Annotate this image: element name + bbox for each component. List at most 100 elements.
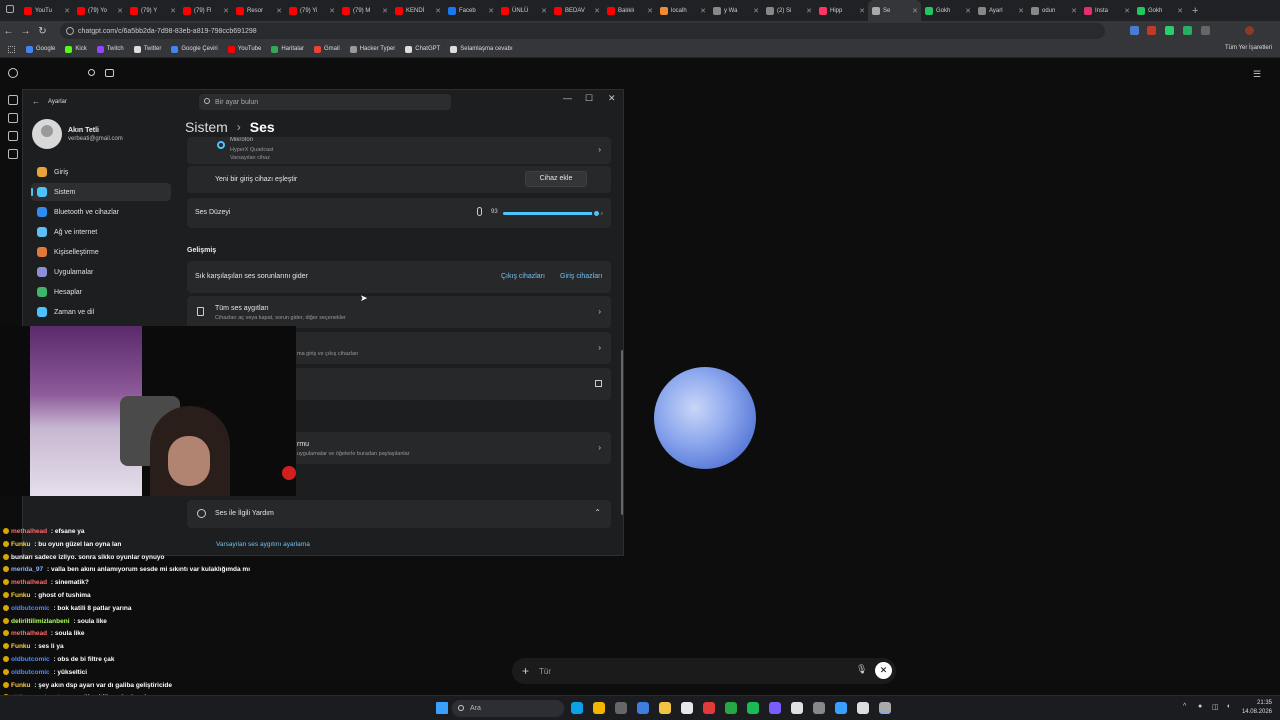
browser-tab[interactable]: Faceb ✕ — [444, 0, 497, 21]
browser-tab[interactable]: (79) M ✕ — [338, 0, 391, 21]
browser-tab[interactable]: KENDİ ✕ — [391, 0, 444, 21]
site-info-icon[interactable] — [66, 27, 74, 35]
tab-close-icon[interactable]: ✕ — [1018, 7, 1024, 15]
bookmark-item[interactable]: Hacker Typer — [349, 45, 395, 53]
browser-tab[interactable]: odun ✕ — [1027, 0, 1080, 21]
taskbar-app-icon[interactable] — [813, 702, 825, 714]
bookmark-item[interactable]: Twitter — [133, 45, 161, 53]
tab-close-icon[interactable]: ✕ — [541, 7, 547, 15]
end-voice-button[interactable]: ✕ — [875, 662, 892, 679]
tab-close-icon[interactable]: ✕ — [435, 7, 441, 15]
browser-tab[interactable]: (79) Y ✕ — [126, 0, 179, 21]
browser-tab[interactable]: (2) Si ✕ — [762, 0, 815, 21]
bookmark-item[interactable]: Twitch — [96, 45, 124, 53]
browser-tab[interactable]: YouTu ✕ — [20, 0, 73, 21]
tab-close-icon[interactable]: ✕ — [1124, 7, 1130, 15]
tab-close-icon[interactable]: ✕ — [64, 7, 70, 15]
back-icon[interactable]: ← — [32, 97, 40, 106]
all-bookmarks-link[interactable]: Tüm Yer İşaretleri — [1225, 45, 1272, 51]
settings-nav-item[interactable]: Hesaplar — [31, 283, 171, 301]
browser-tab[interactable]: Se ✕ — [868, 0, 921, 21]
taskbar-app-icon[interactable] — [769, 702, 781, 714]
start-icon[interactable] — [436, 702, 448, 714]
bookmark-item[interactable]: Selamlaşma cevabı — [450, 45, 513, 53]
plus-icon[interactable]: + — [522, 664, 529, 678]
sidebar-nav-icon[interactable] — [8, 113, 18, 123]
taskbar-app-icon[interactable] — [703, 702, 715, 714]
extension-icon[interactable] — [1130, 26, 1139, 35]
volume-icon[interactable]: ◖ — [1226, 703, 1230, 710]
browser-tab[interactable]: Hipp ✕ — [815, 0, 868, 21]
browser-tab[interactable]: localh ✕ — [656, 0, 709, 21]
reload-icon[interactable]: ↻ — [34, 26, 51, 37]
browser-tab[interactable]: Ayarl ✕ — [974, 0, 1027, 21]
tab-close-icon[interactable]: ✕ — [1177, 7, 1183, 15]
chevron-up-icon[interactable]: ⌃ — [594, 508, 601, 517]
browser-tab[interactable]: BEDAV ✕ — [550, 0, 603, 21]
extension-icon[interactable] — [1165, 26, 1174, 35]
tab-close-icon[interactable]: ✕ — [700, 7, 706, 15]
browser-tab[interactable]: Gokh ✕ — [921, 0, 974, 21]
settings-nav-item[interactable]: Giriş — [31, 163, 171, 181]
taskbar-app-icon[interactable] — [857, 702, 869, 714]
minimize-icon[interactable]: — — [563, 93, 572, 103]
close-icon[interactable]: ✕ — [608, 93, 616, 104]
profile-avatar[interactable] — [1245, 26, 1254, 35]
tab-close-icon[interactable]: ✕ — [647, 7, 653, 15]
openai-logo-icon[interactable] — [8, 68, 18, 78]
browser-tab[interactable]: (79) Fl ✕ — [179, 0, 232, 21]
tab-close-icon[interactable]: ✕ — [1071, 7, 1077, 15]
tab-close-icon[interactable]: ✕ — [170, 7, 176, 15]
taskbar-app-icon[interactable] — [681, 702, 693, 714]
taskbar-search[interactable]: Ara — [452, 700, 564, 717]
voice-composer[interactable]: + Tür — [512, 658, 896, 684]
tab-close-icon[interactable]: ✕ — [276, 7, 282, 15]
tab-close-icon[interactable]: ✕ — [117, 7, 123, 15]
tab-close-icon[interactable]: ✕ — [859, 7, 865, 15]
tab-close-icon[interactable]: ✕ — [594, 7, 600, 15]
tray-chevron-icon[interactable]: ^ — [1183, 703, 1186, 710]
sidebar-nav-icon[interactable] — [8, 149, 18, 159]
tab-close-icon[interactable]: ✕ — [488, 7, 494, 15]
taskbar-app-icon[interactable] — [571, 702, 583, 714]
taskbar-app-icon[interactable] — [637, 702, 649, 714]
output-devices-link[interactable]: Çıkış cihazları — [501, 273, 545, 280]
bookmark-item[interactable]: Google Çeviri — [171, 45, 218, 53]
sidebar-nav-icon[interactable] — [8, 95, 18, 105]
taskbar-app-icon[interactable] — [725, 702, 737, 714]
all-sound-devices-row[interactable]: Tüm ses aygıtları Cihazları aç veya kapa… — [187, 296, 611, 328]
apps-icon[interactable] — [8, 46, 15, 53]
extension-icon[interactable] — [1147, 26, 1156, 35]
add-device-button[interactable]: Cihaz ekle — [525, 171, 587, 187]
bookmark-item[interactable]: YouTube — [227, 45, 261, 53]
browser-tab[interactable]: Insta ✕ — [1080, 0, 1133, 21]
tab-close-icon[interactable]: ✕ — [382, 7, 388, 15]
settings-search-input[interactable]: Bir ayar bulun — [199, 94, 451, 110]
browser-tab[interactable]: ÜNLÜ ✕ — [497, 0, 550, 21]
mic-icon[interactable] — [477, 207, 482, 216]
sidebar-nav-icon[interactable] — [8, 131, 18, 141]
volume-slider[interactable] — [503, 209, 603, 218]
search-icon[interactable] — [88, 69, 95, 76]
voice-settings-icon[interactable]: ☰ — [1253, 69, 1261, 80]
bookmark-item[interactable]: Haritalar — [271, 45, 304, 53]
forward-icon[interactable]: → — [17, 26, 34, 37]
tab-close-icon[interactable]: ✕ — [965, 7, 971, 15]
network-icon[interactable]: ◫ — [1212, 703, 1219, 711]
tab-close-icon[interactable]: ✕ — [912, 7, 918, 15]
address-bar[interactable]: chatgpt.com/c/6a5bb2da-7d98-83eb-a819-79… — [60, 23, 1105, 39]
settings-nav-item[interactable]: Sistem — [31, 183, 171, 201]
tab-close-icon[interactable]: ✕ — [223, 7, 229, 15]
maximize-icon[interactable]: ☐ — [585, 93, 593, 104]
back-icon[interactable]: ← — [0, 26, 17, 37]
mic-muted-icon[interactable]: 🎙︎ — [856, 664, 867, 675]
settings-nav-item[interactable]: Ağ ve internet — [31, 223, 171, 241]
scrollbar[interactable] — [621, 350, 623, 515]
user-avatar[interactable] — [32, 119, 62, 149]
bookmark-item[interactable]: ChatGPT — [405, 45, 440, 53]
browser-tab[interactable]: y Wa ✕ — [709, 0, 762, 21]
browser-tab[interactable]: Balıklı ✕ — [603, 0, 656, 21]
taskbar-app-icon[interactable] — [615, 702, 627, 714]
taskbar-app-icon[interactable] — [791, 702, 803, 714]
bookmark-item[interactable]: Gmail — [314, 45, 340, 53]
